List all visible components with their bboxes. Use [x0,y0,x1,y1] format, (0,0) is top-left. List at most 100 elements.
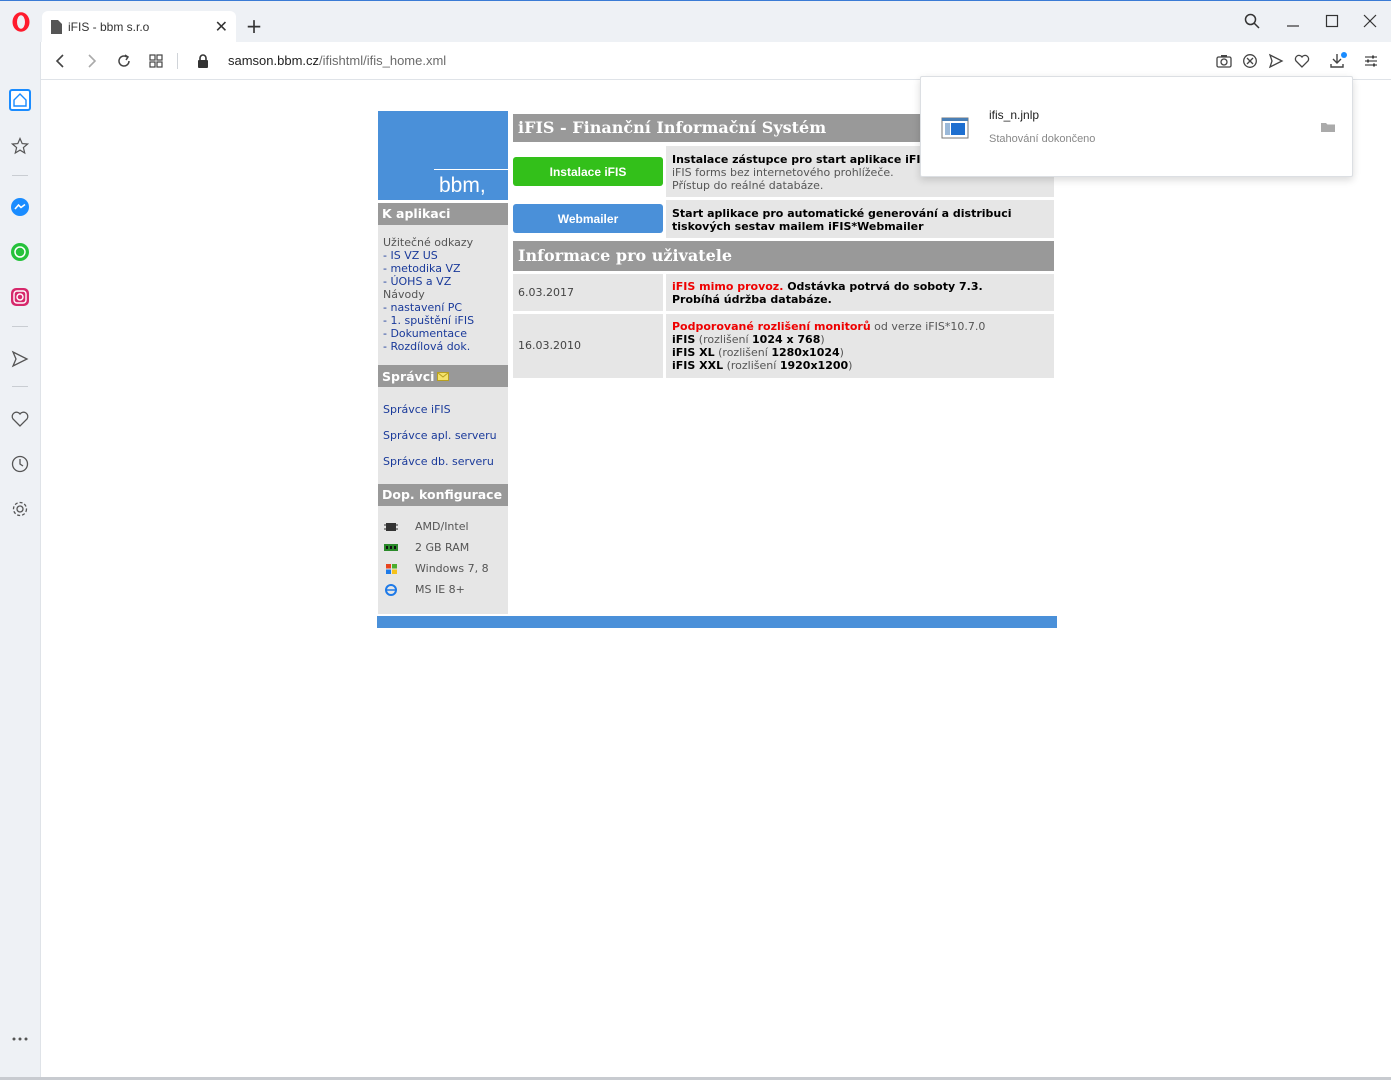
res-name: iFIS XL [672,346,715,359]
cpu-icon [384,522,398,531]
maximize-icon [1325,14,1339,28]
bbm-logo: bbm, [378,111,508,200]
tab-active[interactable]: iFIS - bbm s.r.o ✕ [42,11,236,43]
adblock-button[interactable] [1241,52,1259,70]
reload-button[interactable] [114,51,134,71]
lock-icon[interactable] [197,53,209,72]
envelope-icon[interactable] [437,371,450,381]
left-column: K aplikaci Užitečné odkazy - IS VZ US - … [378,203,508,614]
info-item: iFIS mimo provoz. Odstávka potrvá do sob… [666,274,1054,311]
useful-links: Užitečné odkazy - IS VZ US - metodika VZ… [378,225,508,353]
downloads-button[interactable] [1329,52,1347,70]
info-alert: Podporované rozlišení monitorů [672,320,871,333]
link-metodika-vz[interactable]: - metodika VZ [383,262,503,275]
config-label: AMD/Intel [415,520,469,533]
sidebar-home-button[interactable] [9,89,31,111]
sidebar-whatsapp-button[interactable] [9,241,31,263]
webmailer-button[interactable]: Webmailer [513,204,663,233]
info-date: 16.03.2010 [518,339,581,352]
clock-icon [11,455,29,473]
useful-links-label: Užitečné odkazy [383,236,474,249]
install-ifis-button[interactable]: Instalace iFIS [513,157,663,186]
sidebar-separator [12,326,28,327]
search-icon [1244,13,1260,29]
windows-icon [386,563,397,574]
sidebar-more-button[interactable] [9,1028,31,1050]
config-label: 2 GB RAM [415,541,470,554]
heart-icon [11,411,29,427]
forward-arrow-icon [88,54,97,68]
camera-icon [1216,55,1232,68]
dop-konfigurace-heading: Dop. konfigurace [378,484,508,506]
minimize-button[interactable] [1281,11,1305,31]
download-icon [1330,52,1347,68]
search-tabs-button[interactable] [1240,11,1264,31]
install-description: Instalace zástupce pro start aplikace iF… [672,153,928,192]
sidebar-history-button[interactable] [9,453,31,475]
res-close: ) [820,333,825,346]
sidebar-separator [12,175,28,176]
config-label: Windows 7, 8 [415,562,489,575]
folder-icon[interactable] [1320,121,1336,133]
res-name: iFIS [672,333,696,346]
url-path: /ifishtml/ifis_home.xml [319,53,447,68]
url-field[interactable]: samson.bbm.cz/ifishtml/ifis_home.xml [228,53,446,68]
sidebar-speed-dial-button[interactable] [9,135,31,157]
sidebar-bookmarks-button[interactable] [9,408,31,430]
info-item: Podporované rozlišení monitorů od verze … [666,314,1054,378]
link-spravce-ifis[interactable]: Správce iFIS [383,397,503,423]
maximize-button[interactable] [1320,11,1344,31]
res-label: (rozlišení [695,333,753,346]
info-text: Podporované rozlišení monitorů od verze … [672,320,985,372]
star-icon [11,137,29,155]
messenger-icon [11,198,29,216]
adblock-icon [1243,54,1257,68]
info-date-cell: 6.03.2017 [513,274,663,311]
send-button[interactable] [1267,52,1285,70]
download-file-name[interactable]: ifis_n.jnlp [989,108,1039,122]
logo-line [434,169,508,170]
sidebar-instagram-button[interactable] [9,286,31,308]
admins-list: Správce iFIS Správce apl. serveru Správc… [378,387,508,475]
close-window-button[interactable] [1358,11,1382,31]
config-item-cpu: AMD/Intel [378,516,508,537]
link-is-vz-us[interactable]: - IS VZ US [383,249,503,262]
res-value: 1280x1024 [771,346,840,359]
send-icon [11,350,29,368]
link-dokumentace[interactable]: - Dokumentace [383,327,503,340]
k-aplikaci-heading: K aplikaci [378,203,508,225]
tabs-grid-button[interactable] [146,51,166,71]
guides-label: Návody [383,288,425,301]
opera-menu-button[interactable] [8,9,34,35]
link-uohs-vz[interactable]: - ÚOHS a VZ [383,275,503,288]
link-nastaveni-pc[interactable]: - nastavení PC [383,301,503,314]
back-arrow-icon [55,54,64,68]
install-desc-bold: Instalace zástupce pro start aplikace iF… [672,153,929,166]
back-button[interactable] [50,51,70,71]
jnlp-file-icon[interactable] [941,117,969,139]
config-item-ie: MS IE 8+ [378,579,508,600]
ram-icon [384,543,398,551]
sidebar-messenger-button[interactable] [9,196,31,218]
spravci-heading: Správci [378,365,508,387]
new-tab-button[interactable]: + [244,14,264,38]
download-popup: ifis_n.jnlp Stahování dokončeno [920,76,1353,177]
snapshot-button[interactable] [1215,52,1233,70]
sidebar-my-flow-button[interactable] [9,348,31,370]
gear-icon [12,501,28,517]
tab-title: iFIS - bbm s.r.o [68,20,150,34]
sidebar-settings-button[interactable] [9,498,31,520]
info-line2: Probíhá údržba databáze. [672,293,832,306]
info-line1: od verze iFIS*10.7.0 [870,320,986,333]
info-text: iFIS mimo provoz. Odstávka potrvá do sob… [672,280,983,306]
bookmark-button[interactable] [1293,52,1311,70]
link-spravce-db-serveru[interactable]: Správce db. serveru [383,449,503,475]
easy-setup-button[interactable] [1362,52,1380,70]
link-rozdilova-dok[interactable]: - Rozdílová dok. [383,340,503,353]
config-item-ram: 2 GB RAM [378,537,508,558]
link-prvni-spusteni[interactable]: - 1. spuštění iFIS [383,314,503,327]
toolbar-separator [177,53,178,69]
tab-close-button[interactable]: ✕ [215,17,228,37]
forward-button[interactable] [82,51,102,71]
link-spravce-apl-serveru[interactable]: Správce apl. serveru [383,423,503,449]
